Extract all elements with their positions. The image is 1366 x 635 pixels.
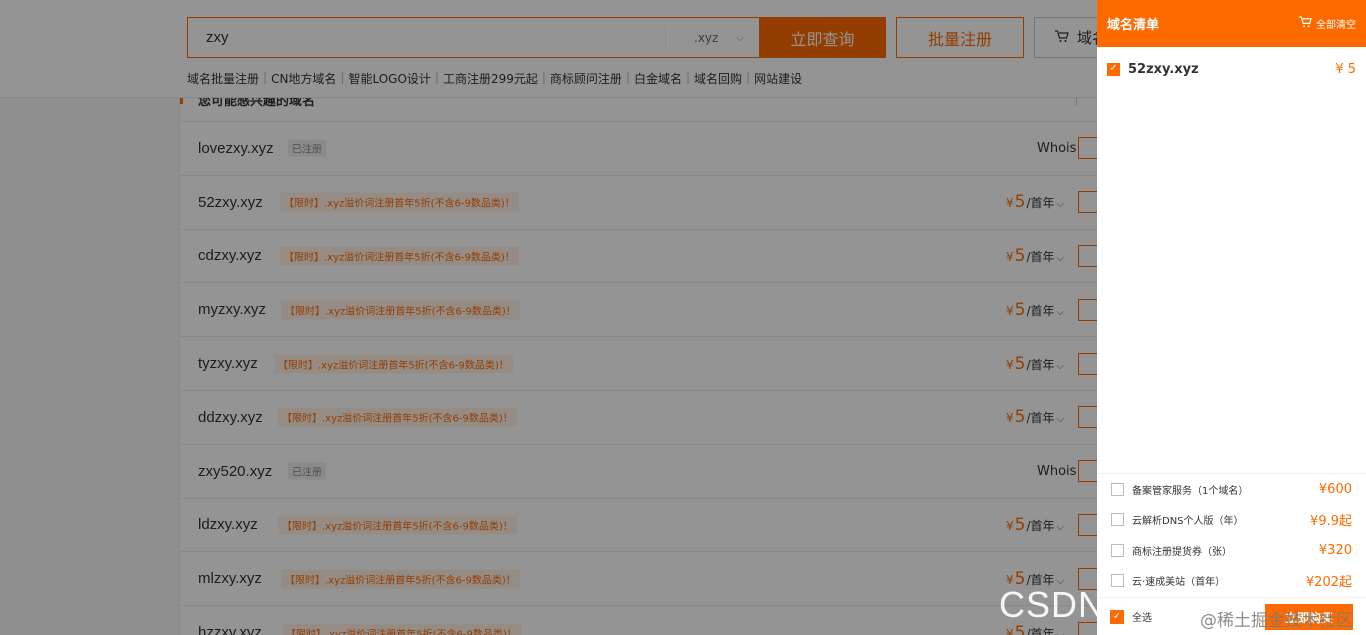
service-checkbox[interactable] [1111,513,1124,527]
service-price: ¥600 [1318,481,1352,497]
cart-item: ✓ 52zxy.xyz ¥ 5 [1097,47,1366,91]
drawer-header: 域名清单 全部清空 [1097,0,1366,47]
service-checkbox[interactable] [1111,543,1124,557]
watermark-csdn: CSDN [999,584,1106,625]
select-all-label: 全选 [1132,613,1152,624]
service-option: 云解析DNS个人版（年） ¥9.9起 [1097,505,1366,536]
service-option: 商标注册提货券（张） ¥320 [1097,535,1366,566]
domain-cart-drawer: 域名清单 全部清空 ✓ 52zxy.xyz ¥ 5 备案管家服务（1个域名） ¥600… [1097,0,1366,635]
service-checkbox[interactable] [1111,482,1124,496]
cart-item-price: ¥ 5 [1335,61,1356,77]
select-all-checkbox[interactable]: ✓ [1110,609,1124,624]
modal-overlay[interactable] [0,0,1097,635]
drawer-title: 域名清单 [1107,18,1160,33]
service-label: 商标注册提货券（张） [1132,546,1232,558]
cart-item-name: 52zxy.xyz [1128,61,1199,77]
clear-all-button[interactable]: 全部清空 [1299,16,1356,31]
clear-all-label: 全部清空 [1316,20,1356,31]
service-price: ¥9.9起 [1310,514,1352,530]
addon-services: 备案管家服务（1个域名） ¥600 云解析DNS个人版（年） ¥9.9起商标注册提货券… [1097,473,1366,596]
service-option: 备案管家服务（1个域名） ¥600 [1097,474,1366,505]
cart-item-checkbox[interactable]: ✓ [1107,62,1120,76]
cart-items: ✓ 52zxy.xyz ¥ 5 [1097,47,1366,91]
service-price: ¥320 [1318,542,1352,558]
service-checkbox[interactable] [1111,574,1124,588]
service-label: 备案管家服务（1个域名） [1132,485,1249,497]
cart-icon [1299,16,1312,31]
service-label: 云·速成美站（首年） [1132,577,1226,589]
watermark-juejin: @稀土掘金技术社区 [1200,611,1353,631]
service-option: 云·速成美站（首年） ¥202起 [1097,566,1366,597]
service-price: ¥202起 [1305,575,1352,591]
service-label: 云解析DNS个人版（年） [1132,516,1244,528]
